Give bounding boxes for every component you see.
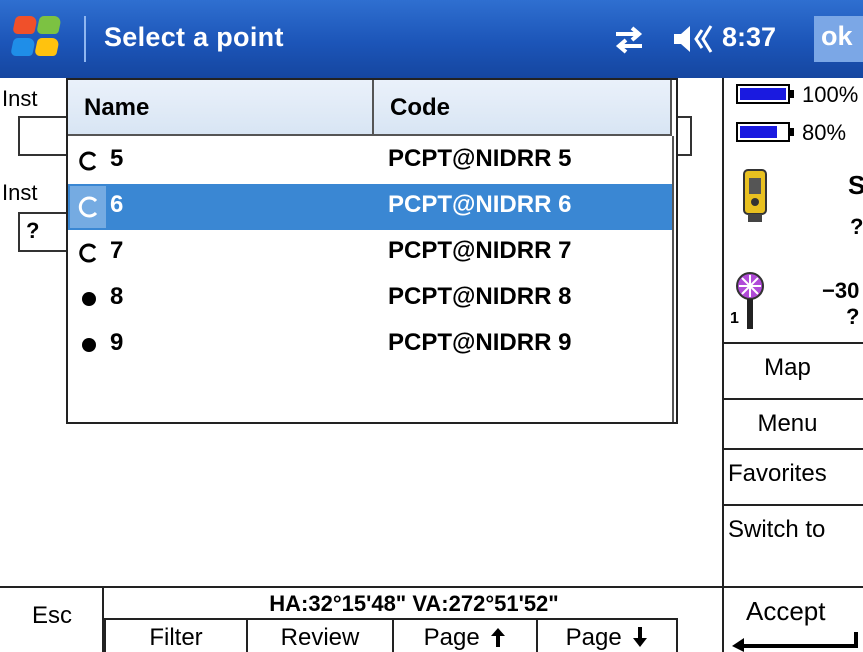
connectivity-icon[interactable] (612, 24, 646, 54)
instrument-letter: S (848, 170, 863, 200)
point-code: PCPT@NIDRR 9 (388, 329, 572, 356)
point-name: 5 (110, 145, 124, 172)
filled-dot-icon (82, 338, 96, 352)
switch-to-button[interactable]: Switch to (724, 504, 863, 554)
arrow-down-icon (633, 627, 648, 647)
list-item[interactable]: 5 PCPT@NIDRR 5 (68, 138, 672, 184)
page-up-button[interactable]: Page (392, 618, 538, 652)
accept-label: Accept (746, 596, 826, 626)
point-name: 8 (110, 283, 124, 310)
point-code: PCPT@NIDRR 7 (388, 237, 572, 264)
list-item-selected[interactable]: 6 PCPT@NIDRR 6 (68, 184, 672, 230)
battery-2-percent: 80% (802, 120, 847, 145)
list-item[interactable]: 8 PCPT@NIDRR 8 (68, 276, 672, 322)
point-name: 6 (110, 191, 124, 218)
bottom-bar: Esc HA:32°15'48" VA:272°51'52" Filter Re… (0, 586, 724, 652)
instrument-value: ? (850, 214, 863, 239)
favorites-button[interactable]: Favorites (724, 448, 863, 498)
page-down-button[interactable]: Page (536, 618, 678, 652)
point-code: PCPT@NIDRR 8 (388, 283, 572, 310)
list-item[interactable]: 7 PCPT@NIDRR 7 (68, 230, 672, 276)
map-button[interactable]: Map (724, 342, 863, 392)
enter-arrow-icon (732, 632, 858, 652)
point-name: 9 (110, 329, 124, 356)
window-title: Select a point (104, 22, 284, 52)
column-header-code[interactable]: Code (374, 80, 672, 136)
ok-button[interactable]: ok (814, 16, 863, 62)
filter-button[interactable]: Filter (104, 618, 248, 652)
menu-button[interactable]: Menu (724, 398, 863, 448)
hollow-circle-icon (79, 151, 97, 171)
list-divider (672, 136, 674, 422)
column-header-name[interactable]: Name (68, 80, 374, 136)
right-panel: 100% 80% S ? 1 −30 ? Map Menu Favorites … (722, 78, 863, 652)
point-code: PCPT@NIDRR 6 (388, 191, 572, 218)
background-label-1: Inst (2, 86, 38, 111)
target-value: −30 (822, 278, 860, 303)
battery-icon (736, 122, 794, 142)
clock: 8:37 (722, 22, 777, 52)
target-number: 1 (730, 310, 739, 327)
hollow-circle-icon (79, 243, 97, 263)
point-name: 7 (110, 237, 124, 264)
esc-button[interactable]: Esc (0, 588, 104, 652)
filled-dot-icon (82, 292, 96, 306)
page-down-label: Page (565, 624, 622, 651)
title-divider (84, 16, 86, 62)
battery-1-percent: 100% (802, 82, 859, 107)
accept-button[interactable]: Accept (724, 586, 863, 652)
arrow-up-icon (491, 628, 506, 647)
page-up-label: Page (423, 624, 480, 651)
title-bar: Select a point 8:37 ok (0, 0, 863, 78)
volume-icon[interactable] (672, 24, 716, 54)
list-item[interactable]: 9 PCPT@NIDRR 9 (68, 322, 672, 368)
battery-icon (736, 84, 794, 104)
review-button[interactable]: Review (246, 618, 394, 652)
total-station-icon[interactable] (738, 166, 772, 224)
angle-readout: HA:32°15'48" VA:272°51'52" (269, 591, 559, 616)
windows-start-icon[interactable] (10, 14, 68, 64)
background-label-2: Inst (2, 180, 38, 205)
hollow-circle-icon (70, 186, 106, 228)
target-value-2: ? (846, 304, 860, 329)
point-code: PCPT@NIDRR 5 (388, 145, 572, 172)
point-list-popup: Name Code 5 PCPT@NIDRR 5 6 PCPT@NIDRR 6 … (66, 78, 678, 424)
